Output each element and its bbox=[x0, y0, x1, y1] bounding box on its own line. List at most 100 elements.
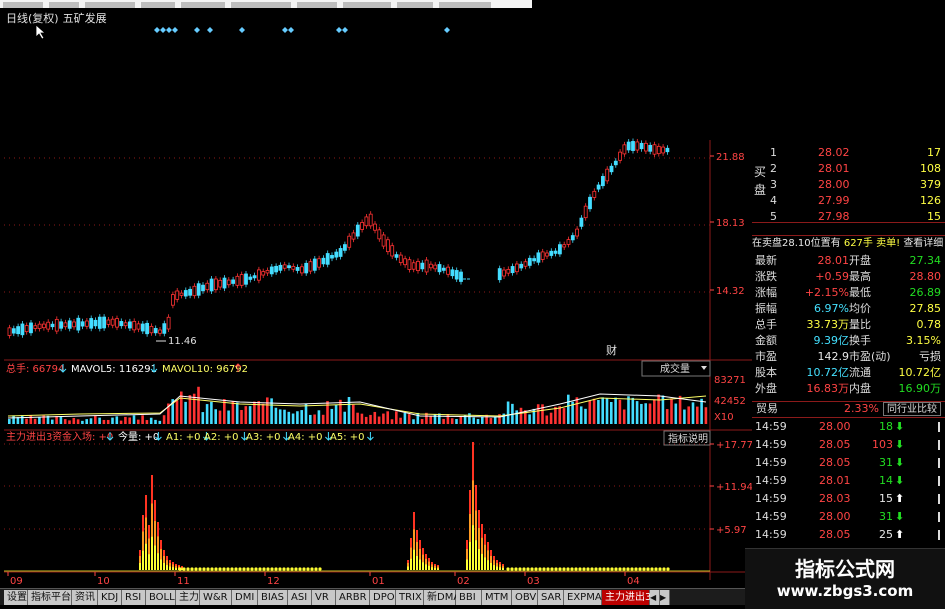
baseline-dot bbox=[250, 567, 254, 571]
volume-bar bbox=[515, 410, 518, 424]
volume-bar bbox=[433, 414, 437, 424]
order-book-side-label: 买盘 bbox=[754, 165, 767, 197]
candle-body bbox=[545, 252, 549, 257]
baseline-dot bbox=[566, 567, 570, 571]
baseline-dot bbox=[562, 567, 566, 571]
volume-bar bbox=[227, 410, 230, 424]
indicator-help-button[interactable]: 指标说明 bbox=[663, 430, 711, 446]
volume-bar bbox=[266, 397, 269, 424]
baseline-dot bbox=[578, 567, 582, 571]
candle-body bbox=[596, 184, 601, 190]
quote-value: +2.15% bbox=[804, 286, 849, 299]
signal-diamond-icon bbox=[336, 27, 342, 33]
baseline-dot bbox=[626, 567, 630, 571]
indicator-tab[interactable]: OBV bbox=[512, 590, 538, 605]
industry-compare-button[interactable]: 同行业比较 bbox=[883, 402, 941, 416]
indicator-tab[interactable]: EXPMA bbox=[564, 590, 602, 605]
candle-body bbox=[63, 322, 68, 328]
indicator-tab[interactable]: DPO bbox=[370, 590, 396, 605]
baseline-dot bbox=[262, 567, 266, 571]
order-book-row[interactable]: 3 28.00 379 bbox=[766, 177, 945, 193]
volume-bar bbox=[119, 420, 123, 424]
volume-bar bbox=[618, 399, 622, 424]
candle-body bbox=[622, 144, 627, 155]
order-book-row[interactable]: 4 27.99 126 bbox=[766, 193, 945, 209]
indicator-tab[interactable]: DMI bbox=[232, 590, 258, 605]
tab-scroll-right-icon[interactable]: ▶ bbox=[660, 590, 670, 605]
signal-diamond-icon bbox=[239, 27, 245, 33]
volume-bar bbox=[334, 404, 338, 424]
indicator-tab[interactable]: 指标平台 bbox=[28, 590, 72, 605]
candle-body bbox=[588, 196, 592, 210]
tick-volume: 31 bbox=[879, 510, 893, 523]
tab-scroll-left-icon[interactable]: ◀ bbox=[650, 590, 660, 605]
indicator-tab[interactable]: 主力 bbox=[176, 590, 200, 605]
candle-body bbox=[394, 254, 399, 258]
quote-value: 142.9 bbox=[817, 350, 850, 363]
candle-body bbox=[192, 285, 197, 297]
candle-body bbox=[209, 278, 214, 292]
indicator-tab[interactable]: SAR bbox=[538, 590, 564, 605]
volume-bar bbox=[640, 403, 643, 424]
candle-body bbox=[127, 321, 132, 329]
quote-value: 27.85 bbox=[909, 302, 942, 315]
candle-body bbox=[115, 318, 119, 328]
panel-separator bbox=[752, 235, 945, 236]
volume-indicator-dropdown[interactable]: 成交量 bbox=[641, 360, 711, 377]
candle-body bbox=[89, 318, 94, 329]
indicator-tab[interactable]: BBI bbox=[456, 590, 482, 605]
indicator-header: 主力进出3 资金入场: +0 今量: +0 A1: +0 A2: +0 A3: +0 A4:… bbox=[6, 430, 374, 443]
watermark: 指标公式网 www.zbgs3.com bbox=[745, 548, 945, 609]
baseline-dot bbox=[194, 567, 198, 571]
indicator-tab[interactable]: MTM bbox=[482, 590, 512, 605]
quote-value: 10.72亿 bbox=[898, 366, 942, 379]
quote-label: 开盘 bbox=[849, 254, 871, 267]
volume-bar bbox=[158, 420, 162, 424]
indicator-tab[interactable]: RSI bbox=[122, 590, 146, 605]
indicator-tab[interactable]: 主力进出3 bbox=[602, 590, 651, 605]
baseline-dot bbox=[210, 567, 214, 571]
candle-body bbox=[153, 328, 158, 334]
quote-label: 总手 bbox=[755, 318, 777, 331]
volume-bar bbox=[429, 415, 432, 424]
volume-bar bbox=[94, 415, 97, 424]
candle-body bbox=[325, 253, 330, 265]
indicator-tab[interactable]: W&R bbox=[200, 590, 232, 605]
candle-body bbox=[24, 325, 29, 333]
volume-bar bbox=[137, 419, 140, 424]
indicator-tab[interactable]: ARBR bbox=[336, 590, 370, 605]
indicator-tab[interactable]: BOLL bbox=[146, 590, 176, 605]
volume-bar bbox=[472, 417, 475, 424]
candle-body bbox=[377, 229, 382, 240]
indicator-tab[interactable]: KDJ bbox=[98, 590, 122, 605]
indicator-item: A3: +0 bbox=[246, 432, 281, 443]
baseline-dot bbox=[542, 567, 546, 571]
order-book-row[interactable]: 5 27.98 15 bbox=[766, 209, 945, 225]
tick-row: 14:59 28.05 103 ⬇ bbox=[752, 437, 945, 453]
indicator-tab[interactable]: 新DMA bbox=[424, 590, 460, 605]
volume-bar bbox=[597, 400, 600, 424]
order-price: 28.01 bbox=[818, 162, 850, 175]
kline-chart-area[interactable]: 21.88 18.13 14.32 11.46 财总手: 66794 MAVOL5: 11… bbox=[0, 0, 752, 588]
notice-detail-link[interactable]: 查看详细 bbox=[903, 238, 943, 249]
candle-body bbox=[566, 239, 571, 245]
indicator-tab[interactable]: 资讯 bbox=[72, 590, 98, 605]
price-axis-label: 21.88 bbox=[716, 152, 745, 163]
candle-body bbox=[652, 144, 657, 155]
indicator-tab[interactable]: ASI bbox=[288, 590, 312, 605]
dropdown-label: 成交量 bbox=[660, 362, 690, 375]
notice-text: 在卖盘28.10位置有 bbox=[752, 238, 841, 249]
date-axis-label: 12 bbox=[267, 576, 280, 587]
indicator-tab[interactable]: 设置 bbox=[4, 590, 28, 605]
indicator-tab[interactable]: TRIX bbox=[396, 590, 424, 605]
indicator-tab[interactable]: BIAS bbox=[258, 590, 288, 605]
indicator-tab[interactable]: VR bbox=[312, 590, 336, 605]
candle-body bbox=[428, 263, 433, 269]
order-book-row[interactable]: 1 28.02 17 bbox=[766, 145, 945, 161]
order-book-row[interactable]: 2 28.01 108 bbox=[766, 161, 945, 177]
indicator-axis-label: +17.77 bbox=[716, 440, 752, 451]
candle-body bbox=[46, 321, 51, 330]
signal-diamond-icon bbox=[444, 27, 450, 33]
baseline-dot bbox=[666, 567, 670, 571]
order-volume: 379 bbox=[920, 178, 941, 191]
